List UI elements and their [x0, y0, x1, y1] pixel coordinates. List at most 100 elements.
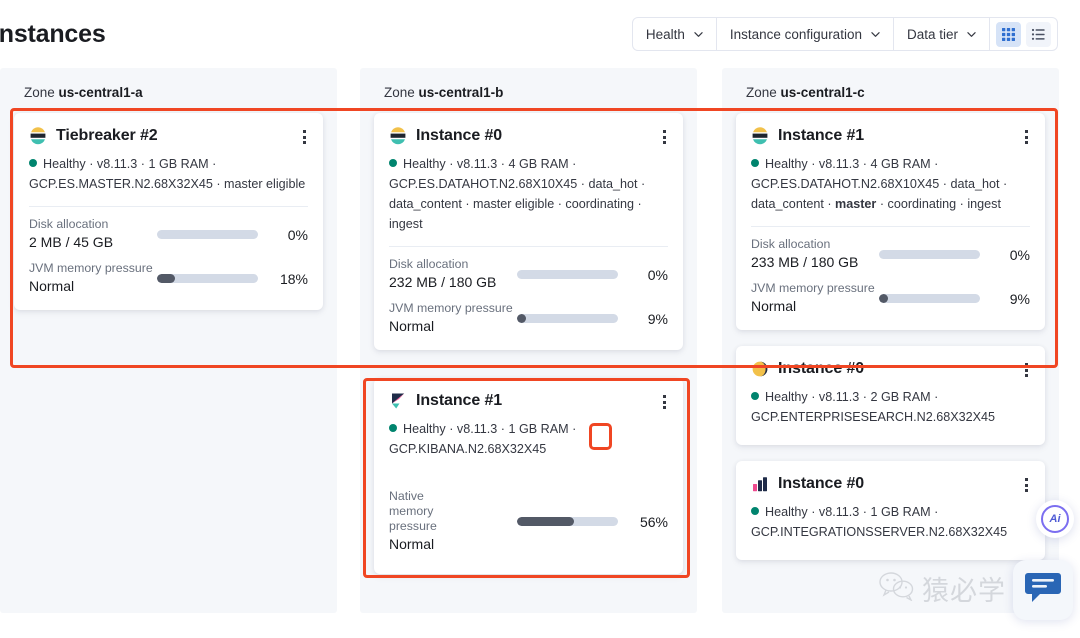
- filter-instance-configuration[interactable]: Instance configuration: [717, 18, 894, 50]
- metric-labels: JVM memory pressure Normal: [29, 261, 157, 296]
- metric-labels: Disk allocation 233 MB / 180 GB: [751, 237, 879, 272]
- card-header: Instance #0: [751, 360, 1030, 378]
- kebab-menu-icon[interactable]: [659, 395, 669, 409]
- kebab-menu-icon[interactable]: [1021, 478, 1031, 492]
- metric-bar-wrap: 9%: [879, 291, 1030, 307]
- metric-value: Normal: [751, 298, 797, 314]
- card-title: Instance #1: [416, 392, 503, 409]
- divider: [389, 246, 668, 247]
- instance-card[interactable]: Instance #1 Healthy · v8.11.3 · 1 GB RAM…: [374, 378, 683, 574]
- status-badge: Healthy: [403, 157, 446, 171]
- metric-percent: 18%: [279, 270, 308, 287]
- progress-bar: [517, 517, 618, 526]
- status-dot-icon: [389, 159, 397, 167]
- metric-row: Disk allocation 2 MB / 45 GB 0%: [29, 217, 308, 252]
- card-header: Tiebreaker #2: [29, 127, 308, 145]
- instance-card[interactable]: Instance #0 Healthy · v8.11.3 · 1 GB RAM…: [736, 461, 1045, 560]
- metric-percent: 0%: [287, 226, 308, 243]
- card-meta-role-bold: master: [835, 197, 877, 211]
- zone-label-prefix: Zone: [746, 85, 777, 100]
- view-toggle-group: [990, 18, 1057, 50]
- elasticsearch-icon: [29, 127, 47, 145]
- metric-row: JVM memory pressure Normal 9%: [751, 281, 1030, 316]
- status-dot-icon: [29, 159, 37, 167]
- progress-bar: [157, 274, 258, 283]
- instance-card[interactable]: Tiebreaker #2 Healthy · v8.11.3 · 1 GB R…: [14, 113, 323, 310]
- metric-row: Disk allocation 232 MB / 180 GB 0%: [389, 257, 668, 292]
- zone-label-prefix: Zone: [24, 85, 55, 100]
- zone-column-us-central1-a: Zone us-central1-a Tiebreaker #2 Healthy…: [0, 68, 337, 613]
- metric-name: Disk allocation: [29, 217, 109, 231]
- metric-bar-wrap: 0%: [879, 247, 1030, 263]
- card-meta: Healthy · v8.11.3 · 4 GB RAM · GCP.ES.DA…: [389, 154, 668, 234]
- card-header: Instance #1: [751, 127, 1030, 145]
- zone-name: us-central1-b: [418, 85, 504, 100]
- metric-labels: Disk allocation 232 MB / 180 GB: [389, 257, 517, 292]
- card-header: Instance #0: [751, 475, 1030, 493]
- kebab-menu-icon[interactable]: [299, 130, 309, 144]
- metric-name: Native memory pressure: [389, 489, 437, 533]
- zone-column-us-central1-b: Zone us-central1-b Instance #0 Healthy ·…: [360, 68, 697, 613]
- metric-percent: 9%: [1009, 290, 1030, 307]
- ai-assistant-badge[interactable]: Ai: [1036, 500, 1074, 538]
- kibana-icon: [389, 392, 407, 410]
- list-view-toggle[interactable]: [1026, 21, 1051, 47]
- chevron-down-icon: [967, 30, 976, 39]
- chat-widget-button[interactable]: [1013, 560, 1073, 620]
- progress-bar: [157, 230, 258, 239]
- metric-percent: 0%: [1009, 246, 1030, 263]
- grid-view-toggle[interactable]: [996, 21, 1021, 47]
- zone-column-us-central1-c: Zone us-central1-c Instance #1 Healthy ·…: [722, 68, 1059, 613]
- kebab-menu-icon[interactable]: [659, 130, 669, 144]
- card-meta-tail: · coordinating · ingest: [876, 197, 1001, 211]
- card-title: Instance #0: [778, 360, 865, 377]
- instance-card[interactable]: Instance #1 Healthy · v8.11.3 · 4 GB RAM…: [736, 113, 1045, 330]
- kebab-menu-icon[interactable]: [1021, 363, 1031, 377]
- divider: [751, 226, 1030, 227]
- card-title: Instance #1: [778, 127, 865, 144]
- integrations-server-icon: [751, 475, 769, 493]
- instance-card[interactable]: Instance #0 Healthy · v8.11.3 · 2 GB RAM…: [736, 346, 1045, 445]
- kebab-menu-icon[interactable]: [1021, 130, 1031, 144]
- card-title: Instance #0: [416, 127, 503, 144]
- zone-heading: Zone us-central1-b: [374, 68, 683, 113]
- metrics-list: Disk allocation 233 MB / 180 GB 0% JVM m…: [751, 237, 1030, 316]
- metrics-list: Native memory pressure Normal 56%: [389, 489, 668, 554]
- filter-toolbar: Health Instance configuration Data tier: [631, 17, 1058, 51]
- card-meta: Healthy · v8.11.3 · 4 GB RAM · GCP.ES.DA…: [751, 154, 1030, 214]
- zone-name: us-central1-c: [780, 85, 865, 100]
- metric-value: 2 MB / 45 GB: [29, 234, 114, 250]
- metric-bar-wrap: 56%: [517, 514, 668, 530]
- status-badge: Healthy: [765, 390, 808, 404]
- instance-card[interactable]: Instance #0 Healthy · v8.11.3 · 4 GB RAM…: [374, 113, 683, 350]
- status-badge: Healthy: [43, 157, 86, 171]
- card-meta: Healthy · v8.11.3 · 1 GB RAM · GCP.INTEG…: [751, 502, 1030, 542]
- instances-page: Instances Health Instance configuration …: [0, 0, 1080, 638]
- card-title: Tiebreaker #2: [56, 127, 158, 144]
- filter-data-tier-label: Data tier: [906, 26, 958, 42]
- metric-name: JVM memory pressure: [29, 261, 153, 275]
- metric-bar-wrap: 0%: [157, 227, 308, 243]
- metric-row: Disk allocation 233 MB / 180 GB 0%: [751, 237, 1030, 272]
- progress-bar: [879, 250, 980, 259]
- enterprise-search-icon: [751, 360, 769, 378]
- metric-value: Normal: [29, 278, 75, 294]
- chevron-down-icon: [694, 30, 703, 39]
- metrics-list: Disk allocation 2 MB / 45 GB 0% JVM memo…: [29, 217, 308, 296]
- metric-name: JVM memory pressure: [751, 281, 875, 295]
- metric-value: 233 MB / 180 GB: [751, 254, 859, 270]
- elasticsearch-icon: [751, 127, 769, 145]
- metric-labels: Disk allocation 2 MB / 45 GB: [29, 217, 157, 252]
- metric-name: JVM memory pressure: [389, 301, 513, 315]
- card-header: Instance #1: [389, 392, 668, 410]
- metric-bar-wrap: 18%: [157, 271, 308, 287]
- chat-bubble-icon: [1024, 570, 1062, 611]
- filter-health[interactable]: Health: [633, 18, 717, 50]
- metric-value: 232 MB / 180 GB: [389, 274, 497, 290]
- metric-name: Disk allocation: [751, 237, 831, 251]
- grid-icon: [1002, 27, 1015, 41]
- filter-data-tier[interactable]: Data tier: [894, 18, 990, 50]
- metrics-list: Disk allocation 232 MB / 180 GB 0% JVM m…: [389, 257, 668, 336]
- progress-bar: [879, 294, 980, 303]
- metric-bar-wrap: 0%: [517, 267, 668, 283]
